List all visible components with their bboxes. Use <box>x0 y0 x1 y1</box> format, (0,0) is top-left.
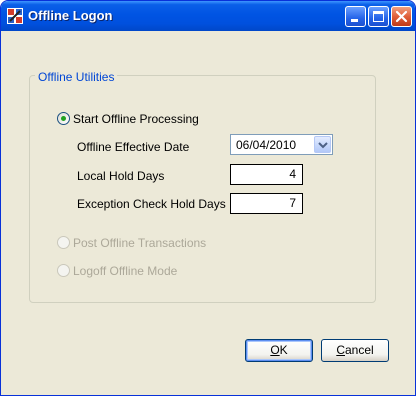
ok-label: K <box>279 343 288 357</box>
chevron-down-icon <box>318 142 328 149</box>
ok-accel: O <box>270 343 280 357</box>
maximize-button[interactable] <box>368 6 389 27</box>
close-icon <box>395 10 408 23</box>
local-hold-days-label: Local Hold Days <box>77 169 165 183</box>
minimize-button[interactable] <box>345 6 366 27</box>
title-bar[interactable]: Offline Logon <box>1 1 415 31</box>
exception-hold-days-input[interactable]: 7 <box>230 193 303 214</box>
logoff-offline-label: Logoff Offline Mode <box>73 264 178 278</box>
cancel-label: ancel <box>344 343 374 357</box>
effective-date-value: 06/04/2010 <box>236 138 297 152</box>
local-hold-days-input[interactable]: 4 <box>230 164 303 185</box>
dropdown-button[interactable] <box>314 136 331 153</box>
offline-logon-window: Offline Logon Offline Utilities Start Of… <box>0 0 416 396</box>
cancel-accel: C <box>336 343 345 357</box>
close-button[interactable] <box>391 6 412 27</box>
group-title: Offline Utilities <box>35 70 118 84</box>
dialog-body: Offline Utilities Start Offline Processi… <box>4 31 412 392</box>
exception-hold-days-label: Exception Check Hold Days <box>77 197 226 211</box>
post-offline-radio[interactable] <box>57 236 70 249</box>
post-offline-label: Post Offline Transactions <box>73 236 207 250</box>
effective-date-dropdown[interactable]: 06/04/2010 <box>230 134 333 155</box>
start-offline-radio[interactable] <box>57 112 70 125</box>
maximize-icon <box>373 11 384 22</box>
logoff-offline-radio[interactable] <box>57 264 70 277</box>
app-icon <box>7 8 23 24</box>
cancel-button[interactable]: Cancel <box>321 339 389 362</box>
window-title: Offline Logon <box>28 8 113 23</box>
ok-button[interactable]: OK <box>245 339 313 362</box>
effective-date-label: Offline Effective Date <box>77 140 190 154</box>
start-offline-label[interactable]: Start Offline Processing <box>73 112 199 126</box>
minimize-icon <box>351 19 358 22</box>
radio-selected-dot <box>61 116 66 121</box>
